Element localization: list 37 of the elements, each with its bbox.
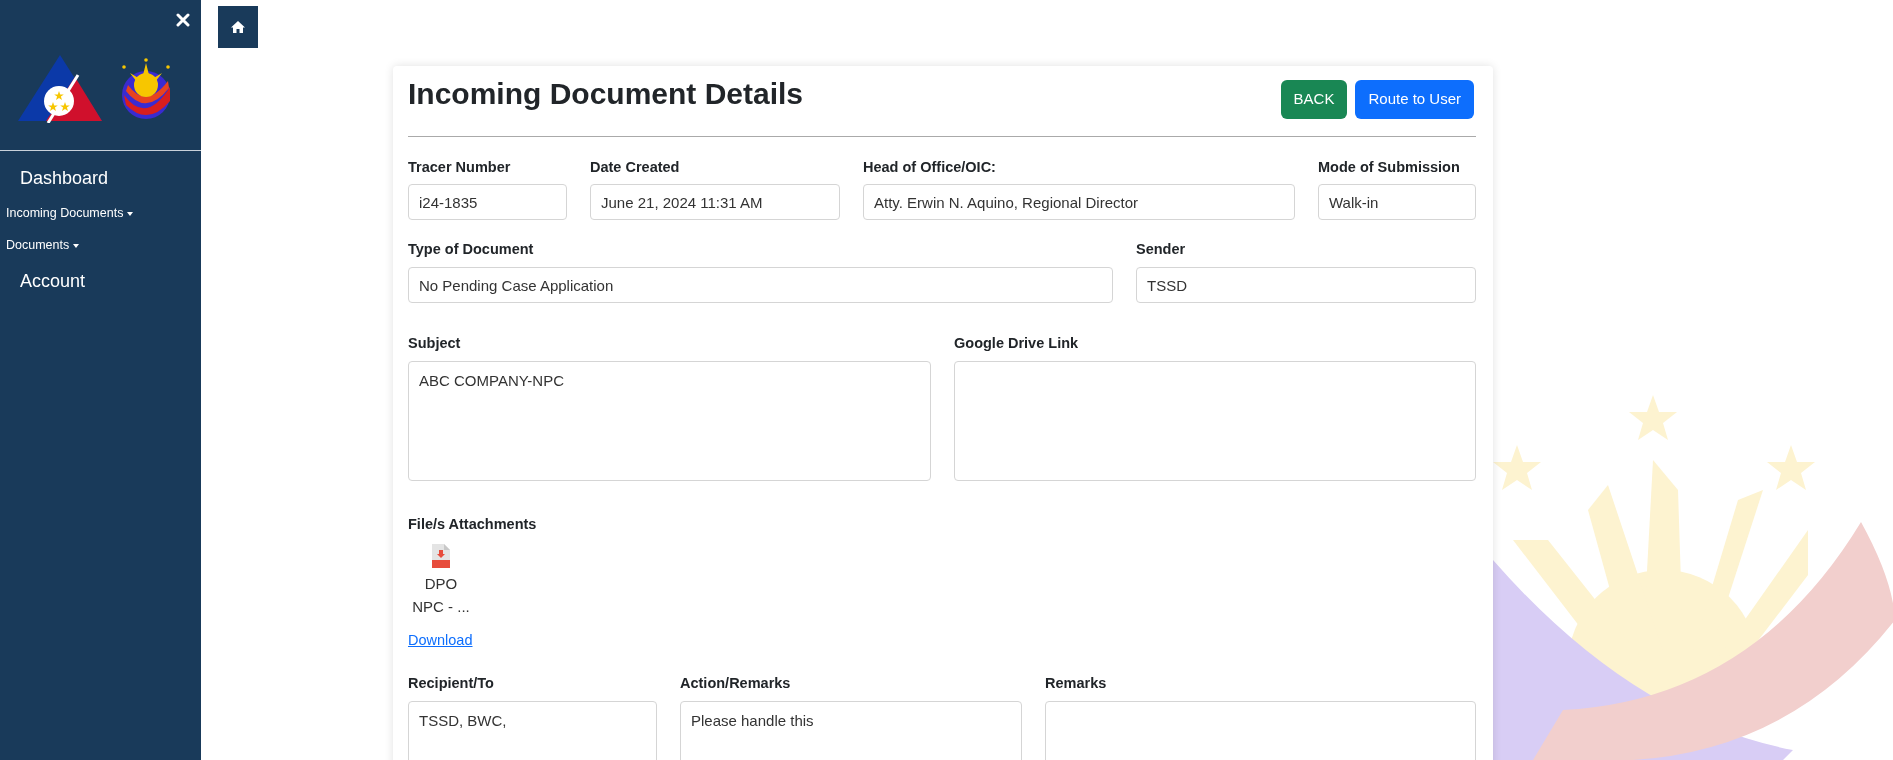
field-label: Head of Office/OIC: bbox=[863, 157, 997, 177]
text-area[interactable]: ABC COMPANY-NPC bbox=[408, 360, 931, 481]
back-button[interactable]: BACK bbox=[1280, 80, 1348, 119]
caret-icon bbox=[73, 243, 80, 248]
field-label: Sender bbox=[1136, 240, 1187, 260]
input-field[interactable]: Walk-in bbox=[1318, 184, 1476, 221]
text-area[interactable]: TSSD, BWC, bbox=[408, 701, 657, 760]
triangle-logo-icon bbox=[18, 55, 102, 123]
field-label: Tracer Number bbox=[408, 157, 512, 177]
field-label: Type of Document bbox=[408, 240, 535, 260]
field-label: Google Drive Link bbox=[954, 334, 1080, 353]
file-name: DPO NPC - ... bbox=[411, 573, 471, 617]
input-field[interactable]: Atty. Erwin N. Aquino, Regional Director bbox=[863, 184, 1295, 221]
pdf-file-icon[interactable] bbox=[432, 543, 450, 568]
route-button[interactable]: Route to User bbox=[1355, 80, 1474, 119]
input-field[interactable]: i24-1835 bbox=[408, 184, 567, 221]
field-label: Date Created bbox=[590, 157, 681, 177]
field-label: Action/Remarks bbox=[680, 674, 792, 694]
input-field[interactable]: No Pending Case Application bbox=[408, 267, 1113, 303]
input-field[interactable]: June 21, 2024 11:31 AM bbox=[590, 184, 840, 221]
field-label: Mode of Submission bbox=[1318, 157, 1461, 177]
section-label: File/s Attachments bbox=[408, 514, 538, 534]
field-label: Subject bbox=[408, 334, 462, 353]
sidebar-link[interactable]: Dashboard bbox=[0, 165, 109, 192]
home-button[interactable] bbox=[218, 6, 258, 48]
input-field[interactable]: TSSD bbox=[1136, 267, 1476, 303]
caret-icon bbox=[127, 211, 134, 216]
page-title: Incoming Document Details bbox=[408, 76, 804, 112]
home-icon bbox=[230, 20, 246, 34]
field-label: Recipient/To bbox=[408, 674, 495, 694]
text-area[interactable]: Please handle this bbox=[680, 701, 1022, 760]
download-link[interactable]: Download bbox=[408, 629, 473, 652]
close-icon[interactable] bbox=[176, 13, 190, 27]
sidebar-link[interactable]: Documents bbox=[0, 236, 80, 255]
sidebar-link[interactable]: Account bbox=[0, 268, 86, 295]
sidebar-link[interactable]: Incoming Documents bbox=[0, 204, 134, 223]
field-label: Remarks bbox=[1045, 674, 1108, 694]
